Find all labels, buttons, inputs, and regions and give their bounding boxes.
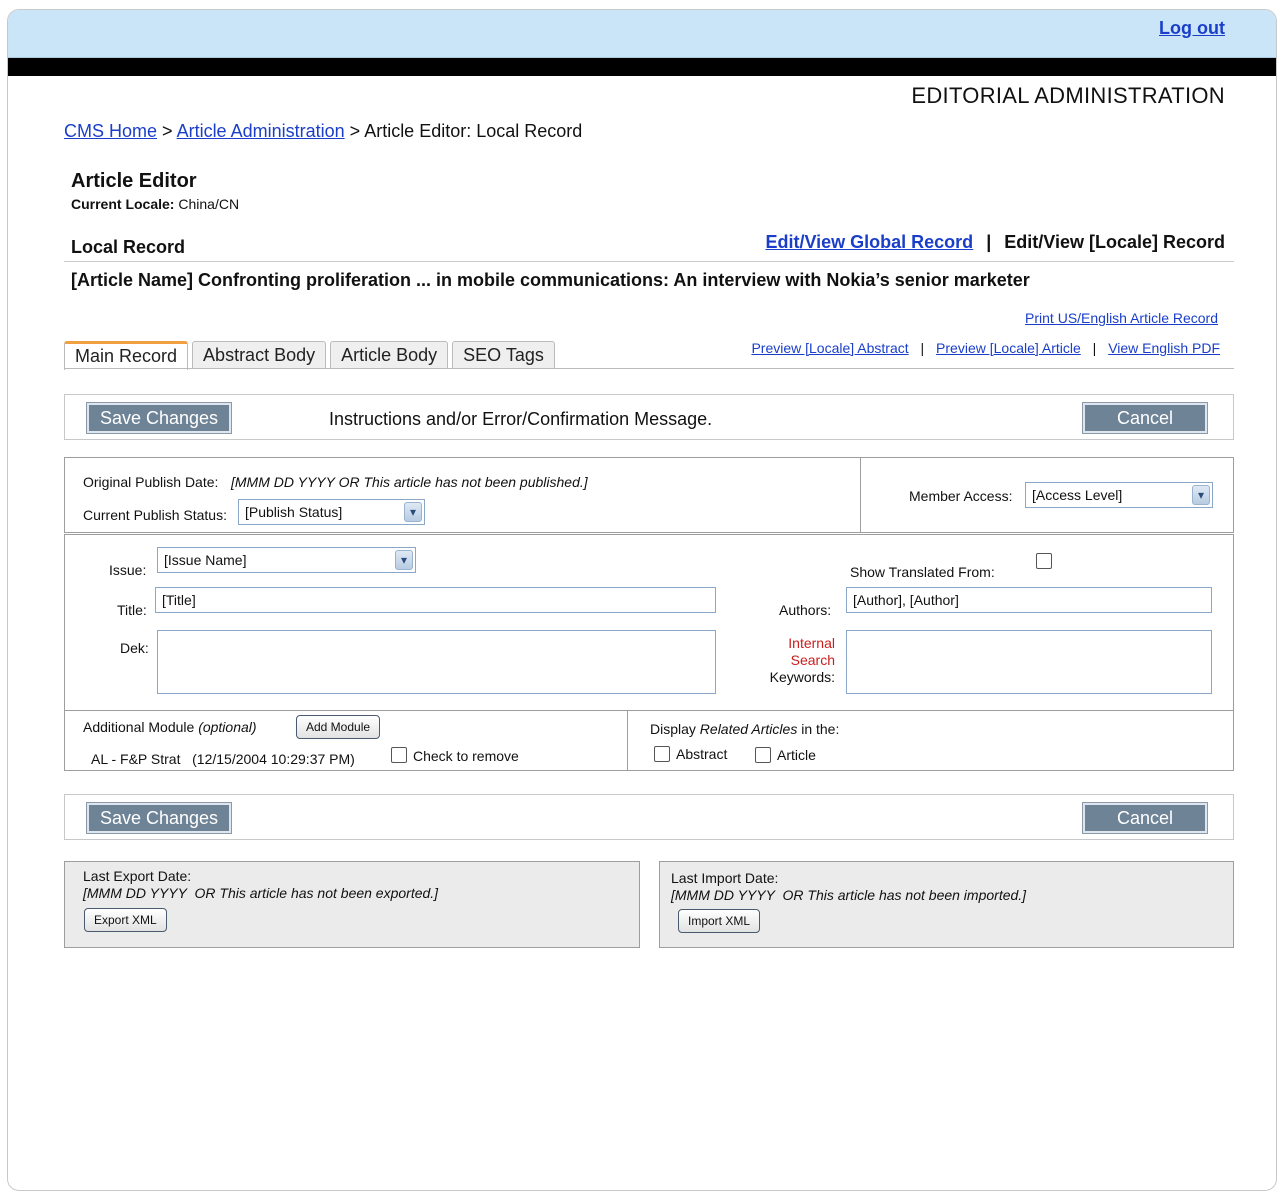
tab-seo-tags[interactable]: SEO Tags [452, 341, 555, 368]
show-translated-label: Show Translated From: [850, 564, 995, 580]
related-article-checkbox[interactable] [755, 747, 771, 763]
keywords-label-internal: Internal [788, 635, 835, 651]
article-form-panel: Issue: [Issue Name] ▾ Title: [Title] Dek… [64, 534, 1234, 711]
module-item: AL - F&P Strat (12/15/2004 10:29:37 PM) [91, 751, 355, 767]
issue-select[interactable]: [Issue Name] ▾ [157, 547, 416, 573]
member-access-panel: Member Access: [Access Level] ▾ [860, 457, 1234, 533]
logout-link[interactable]: Log out [1159, 18, 1225, 39]
breadcrumb-current: Article Editor: Local Record [364, 121, 583, 141]
publish-panel: Original Publish Date: [MMM DD YYYY OR T… [64, 457, 861, 533]
add-module-button[interactable]: Add Module [296, 715, 381, 739]
preview-links: Preview [Locale] Abstract | Preview [Loc… [751, 340, 1220, 356]
authors-label: Authors: [779, 602, 832, 618]
keywords-label-block: Internal Search Keywords: [755, 635, 835, 686]
section-title: EDITORIAL ADMINISTRATION [911, 83, 1225, 108]
issue-value: [Issue Name] [164, 552, 247, 568]
bottom-action-bar: Save Changes Cancel [64, 794, 1234, 840]
save-changes-button[interactable]: Save Changes [86, 402, 232, 434]
chevron-down-icon: ▾ [395, 550, 413, 570]
preview-abstract-link[interactable]: Preview [Locale] Abstract [751, 340, 908, 356]
view-pdf-link[interactable]: View English PDF [1108, 340, 1220, 356]
export-panel: Last Export Date: [MMM DD YYYY OR This a… [64, 861, 640, 948]
cancel-button[interactable]: Cancel [1082, 802, 1208, 834]
remove-module-checkbox[interactable] [391, 747, 407, 763]
related-prefix: Display [650, 721, 696, 737]
tab-divider [64, 368, 1234, 369]
locale-label: Current Locale: [71, 196, 175, 212]
keywords-label: Keywords: [769, 669, 835, 685]
page-title: Article Editor [71, 170, 197, 192]
member-access-value: [Access Level] [1032, 487, 1123, 503]
related-articles-panel: Display Related Articles in the: Abstrac… [627, 710, 1234, 771]
remove-module-label: Check to remove [413, 748, 519, 764]
breadcrumb-article-administration[interactable]: Article Administration [177, 121, 345, 141]
import-date-value: [MMM DD YYYY OR This article has not bee… [671, 887, 1027, 903]
related-suffix: in the: [801, 721, 840, 737]
header-divider [8, 58, 1276, 76]
breadcrumb-cms-home[interactable]: CMS Home [64, 121, 157, 141]
additional-module-label: Additional Module (optional) [83, 719, 257, 735]
global-record-link[interactable]: Edit/View Global Record [765, 232, 973, 252]
publish-status-value: [Publish Status] [245, 504, 343, 520]
tab-main-record[interactable]: Main Record [64, 341, 189, 370]
related-article-label: Article [777, 747, 816, 763]
record-view-links: Edit/View Global Record | Edit/View [Loc… [765, 232, 1225, 253]
status-message: Instructions and/or Error/Confirmation M… [329, 409, 713, 429]
chevron-down-icon: ▾ [1192, 485, 1210, 505]
related-abstract-checkbox[interactable] [654, 746, 670, 762]
dek-textarea[interactable] [157, 630, 716, 694]
import-panel: Last Import Date: [MMM DD YYYY OR This a… [659, 861, 1234, 948]
title-divider [64, 261, 1234, 262]
cancel-button[interactable]: Cancel [1082, 402, 1208, 434]
additional-module-text: Additional Module [83, 719, 195, 735]
record-title: Local Record [71, 237, 186, 257]
title-label: Title: [117, 602, 147, 618]
export-date-label: Last Export Date: [83, 868, 192, 884]
keywords-textarea[interactable] [846, 630, 1212, 694]
breadcrumb-separator: > [162, 121, 173, 141]
tab-abstract-body[interactable]: Abstract Body [192, 341, 327, 368]
authors-input[interactable]: [Author], [Author] [846, 587, 1212, 613]
tab-bar: Main Record Abstract Body Article Body S… [64, 341, 555, 370]
page-frame: Log out EDITORIAL ADMINISTRATION CMS Hom… [7, 9, 1277, 1191]
import-xml-button[interactable]: Import XML [678, 909, 761, 933]
article-name: [Article Name] Confronting proliferation… [71, 270, 1030, 290]
top-action-bar: Save Changes Instructions and/or Error/C… [64, 394, 1234, 440]
preview-article-link[interactable]: Preview [Locale] Article [936, 340, 1081, 356]
show-translated-checkbox[interactable] [1036, 553, 1052, 569]
locale-value: China/CN [178, 196, 240, 212]
record-link-separator: | [986, 232, 992, 252]
related-articles-label: Display Related Articles in the: [650, 721, 839, 737]
member-access-select[interactable]: [Access Level] ▾ [1025, 482, 1213, 508]
current-locale: Current Locale: China/CN [71, 196, 239, 212]
link-separator: | [1092, 340, 1097, 356]
tab-article-body[interactable]: Article Body [330, 341, 449, 368]
title-input[interactable]: [Title] [155, 587, 716, 613]
import-date-label: Last Import Date: [671, 870, 779, 886]
modules-panel: Additional Module (optional) Add Module … [64, 710, 628, 771]
locale-record-label: Edit/View [Locale] Record [1004, 232, 1225, 252]
issue-label: Issue: [109, 562, 147, 578]
top-bar: Log out [8, 10, 1276, 58]
publish-status-label: Current Publish Status: [83, 507, 227, 523]
breadcrumb: CMS Home > Article Administration > Arti… [64, 121, 582, 142]
export-date-value: [MMM DD YYYY OR This article has not bee… [83, 885, 439, 901]
dek-label: Dek: [120, 640, 149, 656]
optional-text: (optional) [198, 719, 257, 735]
link-separator: | [920, 340, 925, 356]
print-record-link[interactable]: Print US/English Article Record [1025, 310, 1218, 326]
original-publish-value: [MMM DD YYYY OR This article has not bee… [231, 474, 588, 490]
keywords-label-search: Search [790, 652, 835, 668]
related-italic: Related Articles [699, 721, 798, 737]
breadcrumb-separator: > [349, 121, 361, 141]
chevron-down-icon: ▾ [404, 502, 422, 522]
export-xml-button[interactable]: Export XML [84, 908, 167, 932]
publish-status-select[interactable]: [Publish Status] ▾ [238, 499, 425, 525]
save-changes-button[interactable]: Save Changes [86, 802, 232, 834]
original-publish-label: Original Publish Date: [83, 474, 219, 490]
member-access-label: Member Access: [909, 488, 1013, 504]
related-abstract-label: Abstract [676, 746, 728, 762]
